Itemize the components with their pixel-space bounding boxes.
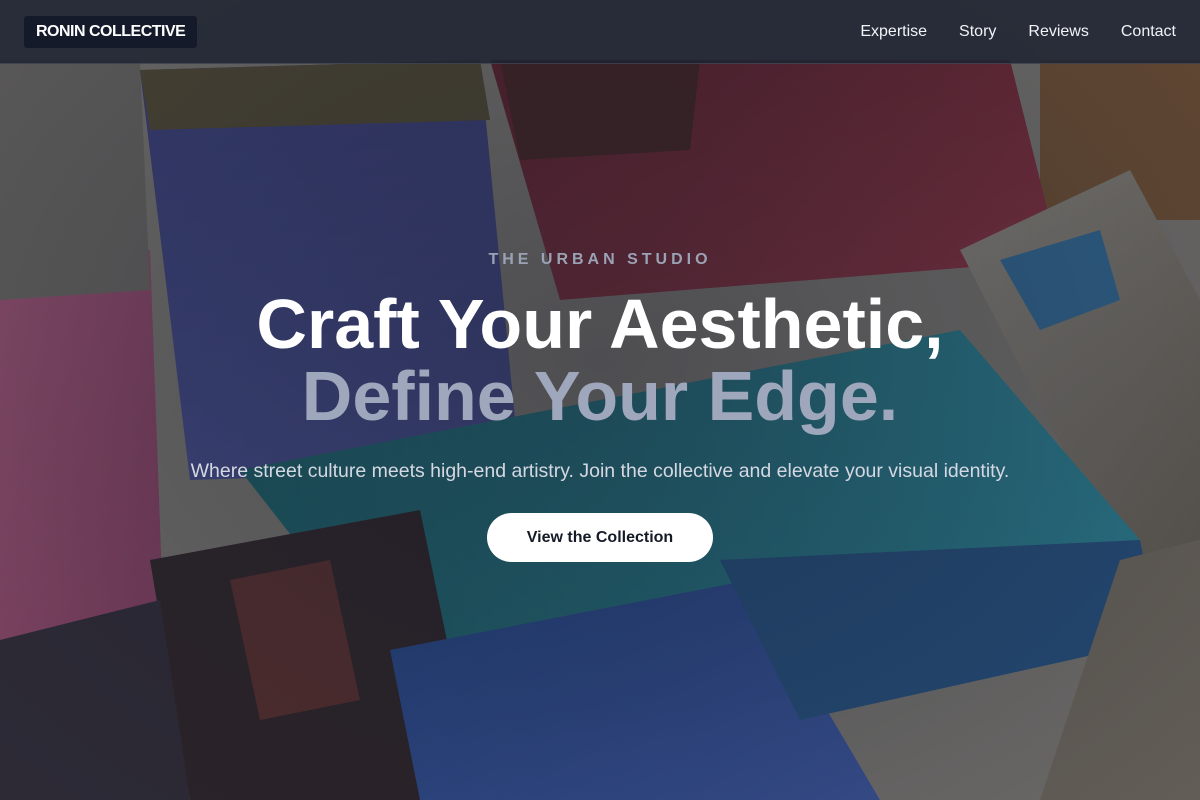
nav-link-reviews[interactable]: Reviews (1028, 23, 1088, 41)
site-header: RONIN COLLECTIVE Expertise Story Reviews… (0, 0, 1200, 64)
hero-headline-line1: Craft Your Aesthetic, (256, 285, 944, 363)
main-nav: Expertise Story Reviews Contact (860, 0, 1176, 64)
hero-headline-line2: Define Your Edge. (301, 357, 899, 435)
view-collection-button[interactable]: View the Collection (487, 513, 713, 562)
hero-subtitle: Where street culture meets high-end arti… (190, 460, 1010, 482)
hero-section: THE URBAN STUDIO Craft Your Aesthetic, D… (0, 64, 1200, 800)
nav-link-contact[interactable]: Contact (1121, 23, 1176, 41)
hero-eyebrow: THE URBAN STUDIO (488, 251, 712, 268)
hero-headline: Craft Your Aesthetic, Define Your Edge. (0, 288, 1200, 432)
page: RONIN COLLECTIVE Expertise Story Reviews… (0, 0, 1200, 800)
nav-link-expertise[interactable]: Expertise (860, 23, 927, 41)
brand-logo[interactable]: RONIN COLLECTIVE (24, 16, 198, 48)
nav-link-story[interactable]: Story (959, 23, 996, 41)
